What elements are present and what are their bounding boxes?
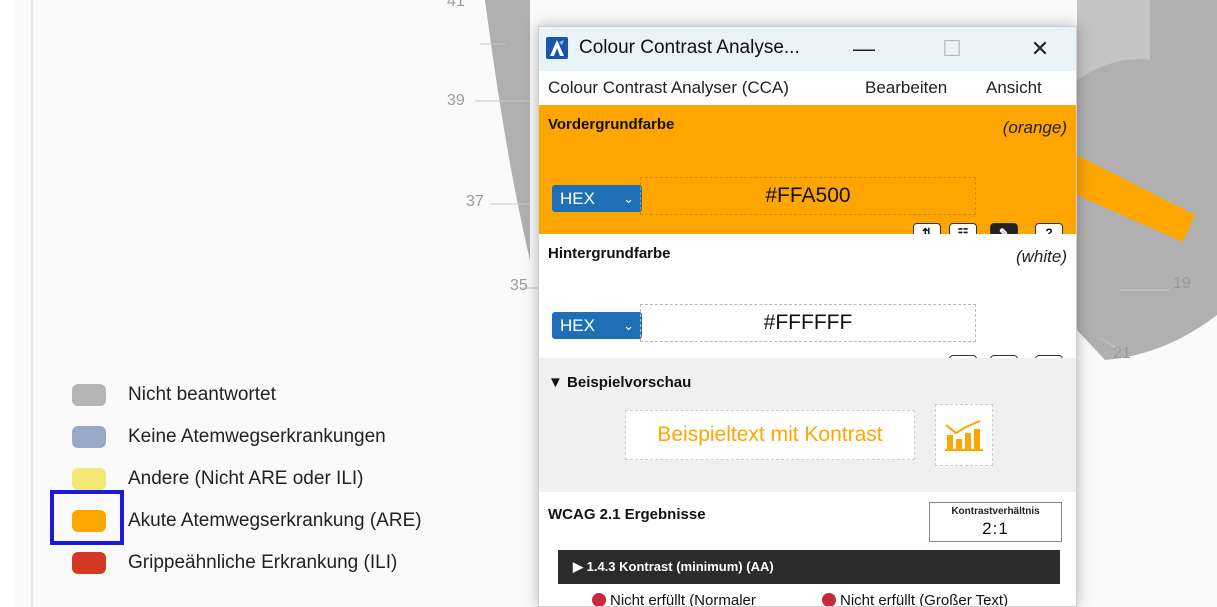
preview-sample-text: Beispieltext mit Kontrast [625,410,915,460]
preview-section: ▼ Beispielvorschau Beispieltext mit Kont… [539,358,1076,492]
menu-bar: Colour Contrast Analyser (CCA) Bearbeite… [539,71,1076,105]
close-button[interactable]: ✕ [1017,27,1063,71]
legend-label: Keine Atemwegserkrankungen [128,426,386,447]
background-format-select[interactable]: HEX ⌄ [552,312,642,339]
chevron-down-icon: ⌄ [623,191,634,206]
axis-label: 35 [510,277,528,294]
result-normal-text: Nicht erfüllt (Normaler [592,592,756,607]
axis-label: 41 [447,0,465,10]
fail-icon [592,593,606,606]
legend-label: Andere (Nicht ARE oder ILI) [128,468,364,489]
axis-label: 19 [1173,275,1191,292]
foreground-hex-input[interactable]: #FFA500 [640,177,976,215]
foreground-color-name: (orange) [1002,118,1067,137]
legend-label: Grippeähnliche Erkrankung (ILI) [128,552,398,573]
foreground-title: Vordergrundfarbe [548,116,675,133]
legend-swatch [72,552,106,574]
title-bar[interactable]: Colour Contrast Analyse... — ☐ ✕ [539,27,1076,71]
wcag-section: WCAG 2.1 Ergebnisse Kontrastverhältnis 2… [539,492,1076,607]
maximize-button[interactable]: ☐ [929,27,975,71]
window-title: Colour Contrast Analyse... [579,37,800,58]
legend-swatch [72,468,106,490]
legend-swatch [72,426,106,448]
format-label: HEX [560,189,595,208]
axis-label: 37 [466,193,484,210]
contrast-ratio-label: Kontrastverhältnis [951,506,1040,517]
menu-item-edit[interactable]: Bearbeiten [865,78,947,98]
result-normal-label: Nicht erfüllt (Normaler [610,592,756,607]
legend-swatch [72,384,106,406]
contrast-ratio-box: Kontrastverhältnis 2:1 [929,502,1062,542]
background-color-name: (white) [1015,247,1067,266]
axis-label: 21 [1113,345,1131,362]
wcag-title: WCAG 2.1 Ergebnisse [548,506,706,523]
cca-window: Colour Contrast Analyse... — ☐ ✕ Colour … [538,26,1077,607]
legend-label: Nicht beantwortet [128,384,276,405]
chevron-down-icon: ⌄ [623,318,634,333]
result-large-label: Nicht erfüllt (Großer Text) [840,592,1009,607]
menu-item-cca[interactable]: Colour Contrast Analyser (CCA) [548,78,789,98]
legend-label: Akute Atemwegserkrankung (ARE) [128,510,422,531]
menu-item-view[interactable]: Ansicht [986,78,1042,98]
chart-preview-icon [935,404,993,466]
focus-highlight-box [50,490,124,545]
criterion-1-4-3-toggle[interactable]: ▶ 1.4.3 Kontrast (minimum) (AA) [558,550,1060,584]
background-section: Hintergrundfarbe (white) HEX ⌄ #FFFFFF ☷… [539,234,1076,375]
foreground-format-select[interactable]: HEX ⌄ [552,185,642,212]
preview-toggle[interactable]: ▼ Beispielvorschau [548,374,691,391]
format-label: HEX [560,316,595,335]
background-title: Hintergrundfarbe [548,245,671,262]
axis-label: 39 [447,92,465,109]
background-hex-input[interactable]: #FFFFFF [640,304,976,342]
contrast-ratio-value: 2:1 [982,519,1009,538]
result-large-text: Nicht erfüllt (Großer Text) [822,592,1009,607]
app-icon [546,37,568,59]
foreground-section: Vordergrundfarbe (orange) HEX ⌄ #FFA500 … [539,105,1076,243]
fail-icon [822,593,836,606]
minimize-button[interactable]: — [841,27,887,71]
